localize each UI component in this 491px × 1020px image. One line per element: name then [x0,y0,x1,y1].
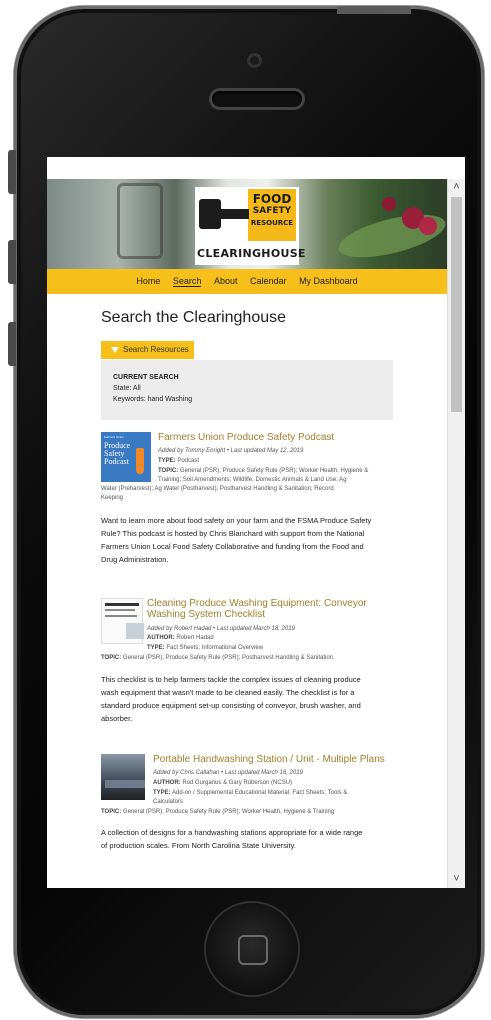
result-type: TYPE: Podcast [158,458,200,464]
result-topic: TOPIC: General (PSR); Produce Safety Rul… [158,468,369,474]
volume-down-button [8,322,16,366]
result-type: TYPE: Fact Sheets; Informational Overvie… [147,645,264,651]
keywords-label: Keywords: [113,396,146,403]
result-title-link[interactable]: Portable Handwashing Station / Unit - Mu… [153,754,385,765]
nav-about[interactable]: About [214,276,238,286]
result-title-link[interactable]: Farmers Union Produce Safety Podcast [158,432,334,443]
result-item: Cleaning Produce Washing Equipment: Conv… [101,598,393,738]
fork-handle [199,209,249,219]
search-resources-label: Search Resources [123,345,189,354]
logo-text-resource: RESOURCE [250,219,294,227]
document-line [105,603,139,606]
thumbnail-title: Produce Safety Podcast [104,441,131,466]
chevron-down-icon [111,346,119,353]
result-type-cont: Calculators [153,799,184,805]
scroll-up-icon[interactable]: ˄ [448,179,465,196]
result-thumbnail[interactable] [101,598,144,644]
page-title: Search the Clearinghouse [101,309,287,326]
mute-switch [8,150,16,194]
result-thumbnail[interactable]: Farmers Union Produce Safety Podcast [101,432,151,482]
banner-radish-image [419,217,437,235]
handwashing-station-image [105,780,145,788]
earpiece-speaker [212,91,302,107]
result-title-link[interactable]: Cleaning Produce Washing Equipment: Conv… [147,598,367,620]
nav-home[interactable]: Home [136,276,160,286]
result-type: TYPE: Add-on / Supplemental Educational … [153,790,348,796]
banner-radish-image [382,197,396,211]
result-item: Portable Handwashing Station / Unit - Mu… [101,754,393,874]
current-search-heading: CURRENT SEARCH [113,374,179,381]
result-author: AUTHOR: Robert Hadad [147,635,214,641]
result-topic: TOPIC: General (PSR); Produce Safety Rul… [101,655,334,661]
result-thumbnail[interactable] [101,754,145,800]
header-banner: FOOD SAFETY RESOURCE CLEARINGHOUSE [47,179,447,269]
current-search-keywords: Keywords: hand Washing [113,396,192,403]
result-topic-cont: Keeping [101,495,124,501]
result-author: AUTHOR: Rod Gurganus & Gary Roberson (NC… [153,780,293,786]
result-description: A collection of designs for a handwashin… [101,828,363,850]
document-line [105,615,137,617]
carrot-icon [136,448,144,474]
thumbnail-caption: Farmers Union [104,435,124,439]
site-logo[interactable]: FOOD SAFETY RESOURCE CLEARINGHOUSE [195,187,306,265]
keywords-value: hand Washing [147,396,193,403]
phone-screen: FOOD SAFETY RESOURCE CLEARINGHOUSE Home … [47,157,465,888]
result-meta: Added by Tommy Enright • Last updated Ma… [158,448,304,454]
logo-text-food: FOOD [252,192,292,206]
current-search-panel: CURRENT SEARCH State: All Keywords: hand… [101,360,393,420]
power-button [337,6,411,14]
result-topic-cont: Water (Preharvest); Ag Water (Postharves… [101,486,334,492]
result-topic-cont: Training; Soil Amendments; Wildlife, Dom… [158,477,347,483]
home-square-icon [238,935,268,965]
result-meta: Added by Chris Callahan • Last updated M… [153,770,303,776]
home-button[interactable] [206,903,298,995]
document-line [105,609,135,611]
volume-up-button [8,240,16,284]
result-item: Farmers Union Produce Safety Podcast Farme… [101,432,393,572]
nav-calendar[interactable]: Calendar [250,276,287,286]
state-value: All [132,385,141,392]
vertical-scrollbar[interactable]: ˄ ˅ [447,179,465,888]
state-label: State: [113,385,132,392]
nav-search[interactable]: Search [172,276,202,287]
document-image [126,623,144,639]
banner-leaf-image [334,206,447,266]
logo-text-safety: SAFETY [252,206,292,216]
web-page: FOOD SAFETY RESOURCE CLEARINGHOUSE Home … [47,179,447,888]
result-topic: TOPIC: General (PSR); Produce Safety Rul… [101,809,335,815]
nav-my-dashboard[interactable]: My Dashboard [299,276,358,286]
result-description: This checklist is to help farmers tackle… [101,675,361,723]
current-search-state: State: All [113,385,141,392]
result-description: Want to learn more about food safety on … [101,516,372,564]
scrollbar-thumb[interactable] [451,197,462,412]
result-meta: Added by Robert Hadad • Last updated Mar… [147,626,295,632]
logo-text-clearinghouse: CLEARINGHOUSE [197,247,306,260]
search-resources-tab[interactable]: Search Resources [101,341,194,359]
front-camera [247,53,262,68]
scroll-down-icon[interactable]: ˅ [448,871,465,888]
main-nav: Home Search About Calendar My Dashboard [47,269,447,294]
banner-jar-image [117,183,163,259]
